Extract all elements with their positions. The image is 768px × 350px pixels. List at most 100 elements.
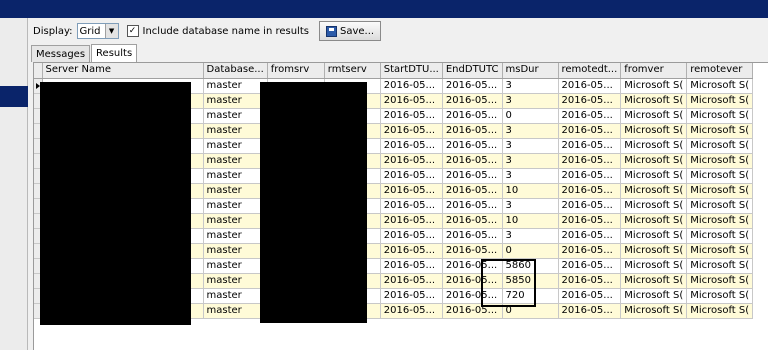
table-cell[interactable]: 2016-05... <box>558 228 622 244</box>
table-cell[interactable]: Microsoft S( <box>620 108 688 124</box>
table-cell[interactable]: 3 <box>502 138 559 154</box>
column-header[interactable]: Server Name <box>42 63 204 79</box>
table-cell[interactable]: 2016-05... <box>558 288 622 304</box>
include-db-name-label[interactable]: Include database name in results <box>143 26 309 37</box>
table-cell[interactable]: 2016-05... <box>380 123 443 139</box>
table-cell[interactable]: 3 <box>502 153 559 169</box>
table-cell[interactable]: 2016-05... <box>442 198 503 214</box>
table-cell[interactable]: 2016-05... <box>380 258 443 274</box>
table-cell[interactable]: Microsoft S( <box>620 168 688 184</box>
column-header[interactable]: rmtserv <box>324 63 381 79</box>
column-header[interactable]: Database... <box>203 63 268 79</box>
table-cell[interactable]: 2016-05... <box>442 153 503 169</box>
table-cell[interactable]: Microsoft S( <box>620 198 688 214</box>
table-cell[interactable]: master <box>203 303 268 319</box>
table-cell[interactable]: Microsoft S( <box>686 108 754 124</box>
table-cell[interactable]: 2016-05... <box>558 303 622 319</box>
table-cell[interactable]: master <box>203 198 268 214</box>
display-mode-select[interactable]: Grid ▼ <box>76 23 119 39</box>
table-cell[interactable]: Microsoft S( <box>686 243 754 259</box>
table-cell[interactable]: 2016-05... <box>558 153 622 169</box>
table-cell[interactable]: 2016-05... <box>380 228 443 244</box>
table-cell[interactable]: 2016-05... <box>558 183 622 199</box>
table-cell[interactable]: 0 <box>502 108 559 124</box>
table-cell[interactable]: 2016-05... <box>558 273 622 289</box>
table-cell[interactable]: 2016-05... <box>442 213 503 229</box>
column-header[interactable]: remotever <box>686 63 754 79</box>
table-cell[interactable]: 2016-05... <box>380 183 443 199</box>
table-cell[interactable]: 2016-05... <box>442 93 503 109</box>
tab-messages[interactable]: Messages <box>31 45 91 62</box>
table-cell[interactable]: master <box>203 168 268 184</box>
table-cell[interactable]: 2016-05... <box>380 303 443 319</box>
table-cell[interactable]: Microsoft S( <box>620 303 688 319</box>
table-cell[interactable]: Microsoft S( <box>686 273 754 289</box>
column-header[interactable]: remotedt... <box>558 63 622 79</box>
table-cell[interactable]: Microsoft S( <box>620 213 688 229</box>
column-header[interactable]: fromver <box>620 63 688 79</box>
table-cell[interactable]: master <box>203 78 268 94</box>
table-cell[interactable]: 2016-05... <box>558 123 622 139</box>
table-cell[interactable]: 2016-05... <box>380 108 443 124</box>
table-cell[interactable]: Microsoft S( <box>686 138 754 154</box>
include-db-name-checkbox[interactable]: ✓ <box>126 25 139 37</box>
table-cell[interactable]: 2016-05... <box>442 138 503 154</box>
table-cell[interactable]: 2016-05... <box>380 153 443 169</box>
table-cell[interactable]: Microsoft S( <box>620 138 688 154</box>
table-cell[interactable]: Microsoft S( <box>686 258 754 274</box>
table-cell[interactable]: 2016-05... <box>442 78 503 94</box>
column-header[interactable]: EndDTUTC <box>442 63 503 79</box>
table-cell[interactable]: master <box>203 108 268 124</box>
tab-results[interactable]: Results <box>91 44 138 62</box>
grid-corner[interactable] <box>34 63 43 79</box>
table-cell[interactable]: Microsoft S( <box>686 303 754 319</box>
table-cell[interactable]: Microsoft S( <box>620 273 688 289</box>
table-cell[interactable]: master <box>203 258 268 274</box>
table-cell[interactable]: master <box>203 93 268 109</box>
table-cell[interactable]: Microsoft S( <box>686 183 754 199</box>
table-cell[interactable]: 2016-05... <box>380 198 443 214</box>
table-cell[interactable]: Microsoft S( <box>620 93 688 109</box>
table-cell[interactable]: 2016-05... <box>558 243 622 259</box>
table-cell[interactable]: 3 <box>502 198 559 214</box>
table-cell[interactable]: 2016-05... <box>442 228 503 244</box>
table-cell[interactable]: Microsoft S( <box>686 168 754 184</box>
table-cell[interactable]: 2016-05... <box>380 273 443 289</box>
table-cell[interactable]: 2016-05... <box>380 93 443 109</box>
table-cell[interactable]: 2016-05... <box>380 213 443 229</box>
table-cell[interactable]: Microsoft S( <box>686 78 754 94</box>
column-header[interactable]: StartDTU... <box>380 63 443 79</box>
table-cell[interactable]: 2016-05... <box>558 108 622 124</box>
column-header[interactable]: fromsrv <box>267 63 325 79</box>
table-cell[interactable]: 2016-05... <box>558 93 622 109</box>
table-cell[interactable]: Microsoft S( <box>620 183 688 199</box>
table-cell[interactable]: Microsoft S( <box>620 228 688 244</box>
table-cell[interactable]: Microsoft S( <box>686 153 754 169</box>
table-cell[interactable]: Microsoft S( <box>686 93 754 109</box>
table-cell[interactable]: 2016-05... <box>558 198 622 214</box>
table-cell[interactable]: Microsoft S( <box>620 123 688 139</box>
table-cell[interactable]: 0 <box>502 243 559 259</box>
table-cell[interactable]: Microsoft S( <box>686 123 754 139</box>
table-cell[interactable]: Microsoft S( <box>686 213 754 229</box>
save-button[interactable]: Save... <box>318 21 382 41</box>
table-cell[interactable]: 2016-05... <box>558 168 622 184</box>
table-cell[interactable]: master <box>203 138 268 154</box>
table-cell[interactable]: Microsoft S( <box>620 78 688 94</box>
table-cell[interactable]: master <box>203 228 268 244</box>
table-cell[interactable]: 2016-05... <box>380 288 443 304</box>
table-cell[interactable]: master <box>203 288 268 304</box>
table-cell[interactable]: Microsoft S( <box>686 288 754 304</box>
table-cell[interactable]: Microsoft S( <box>620 243 688 259</box>
table-cell[interactable]: 3 <box>502 93 559 109</box>
table-cell[interactable]: 2016-05... <box>380 243 443 259</box>
table-cell[interactable]: 3 <box>502 228 559 244</box>
table-cell[interactable]: 2016-05... <box>442 168 503 184</box>
table-cell[interactable]: Microsoft S( <box>620 153 688 169</box>
table-cell[interactable]: 2016-05... <box>558 213 622 229</box>
column-header[interactable]: msDur <box>502 63 559 79</box>
table-cell[interactable]: 2016-05... <box>442 243 503 259</box>
table-cell[interactable]: 2016-05... <box>380 138 443 154</box>
table-cell[interactable]: 3 <box>502 78 559 94</box>
table-cell[interactable]: Microsoft S( <box>620 258 688 274</box>
